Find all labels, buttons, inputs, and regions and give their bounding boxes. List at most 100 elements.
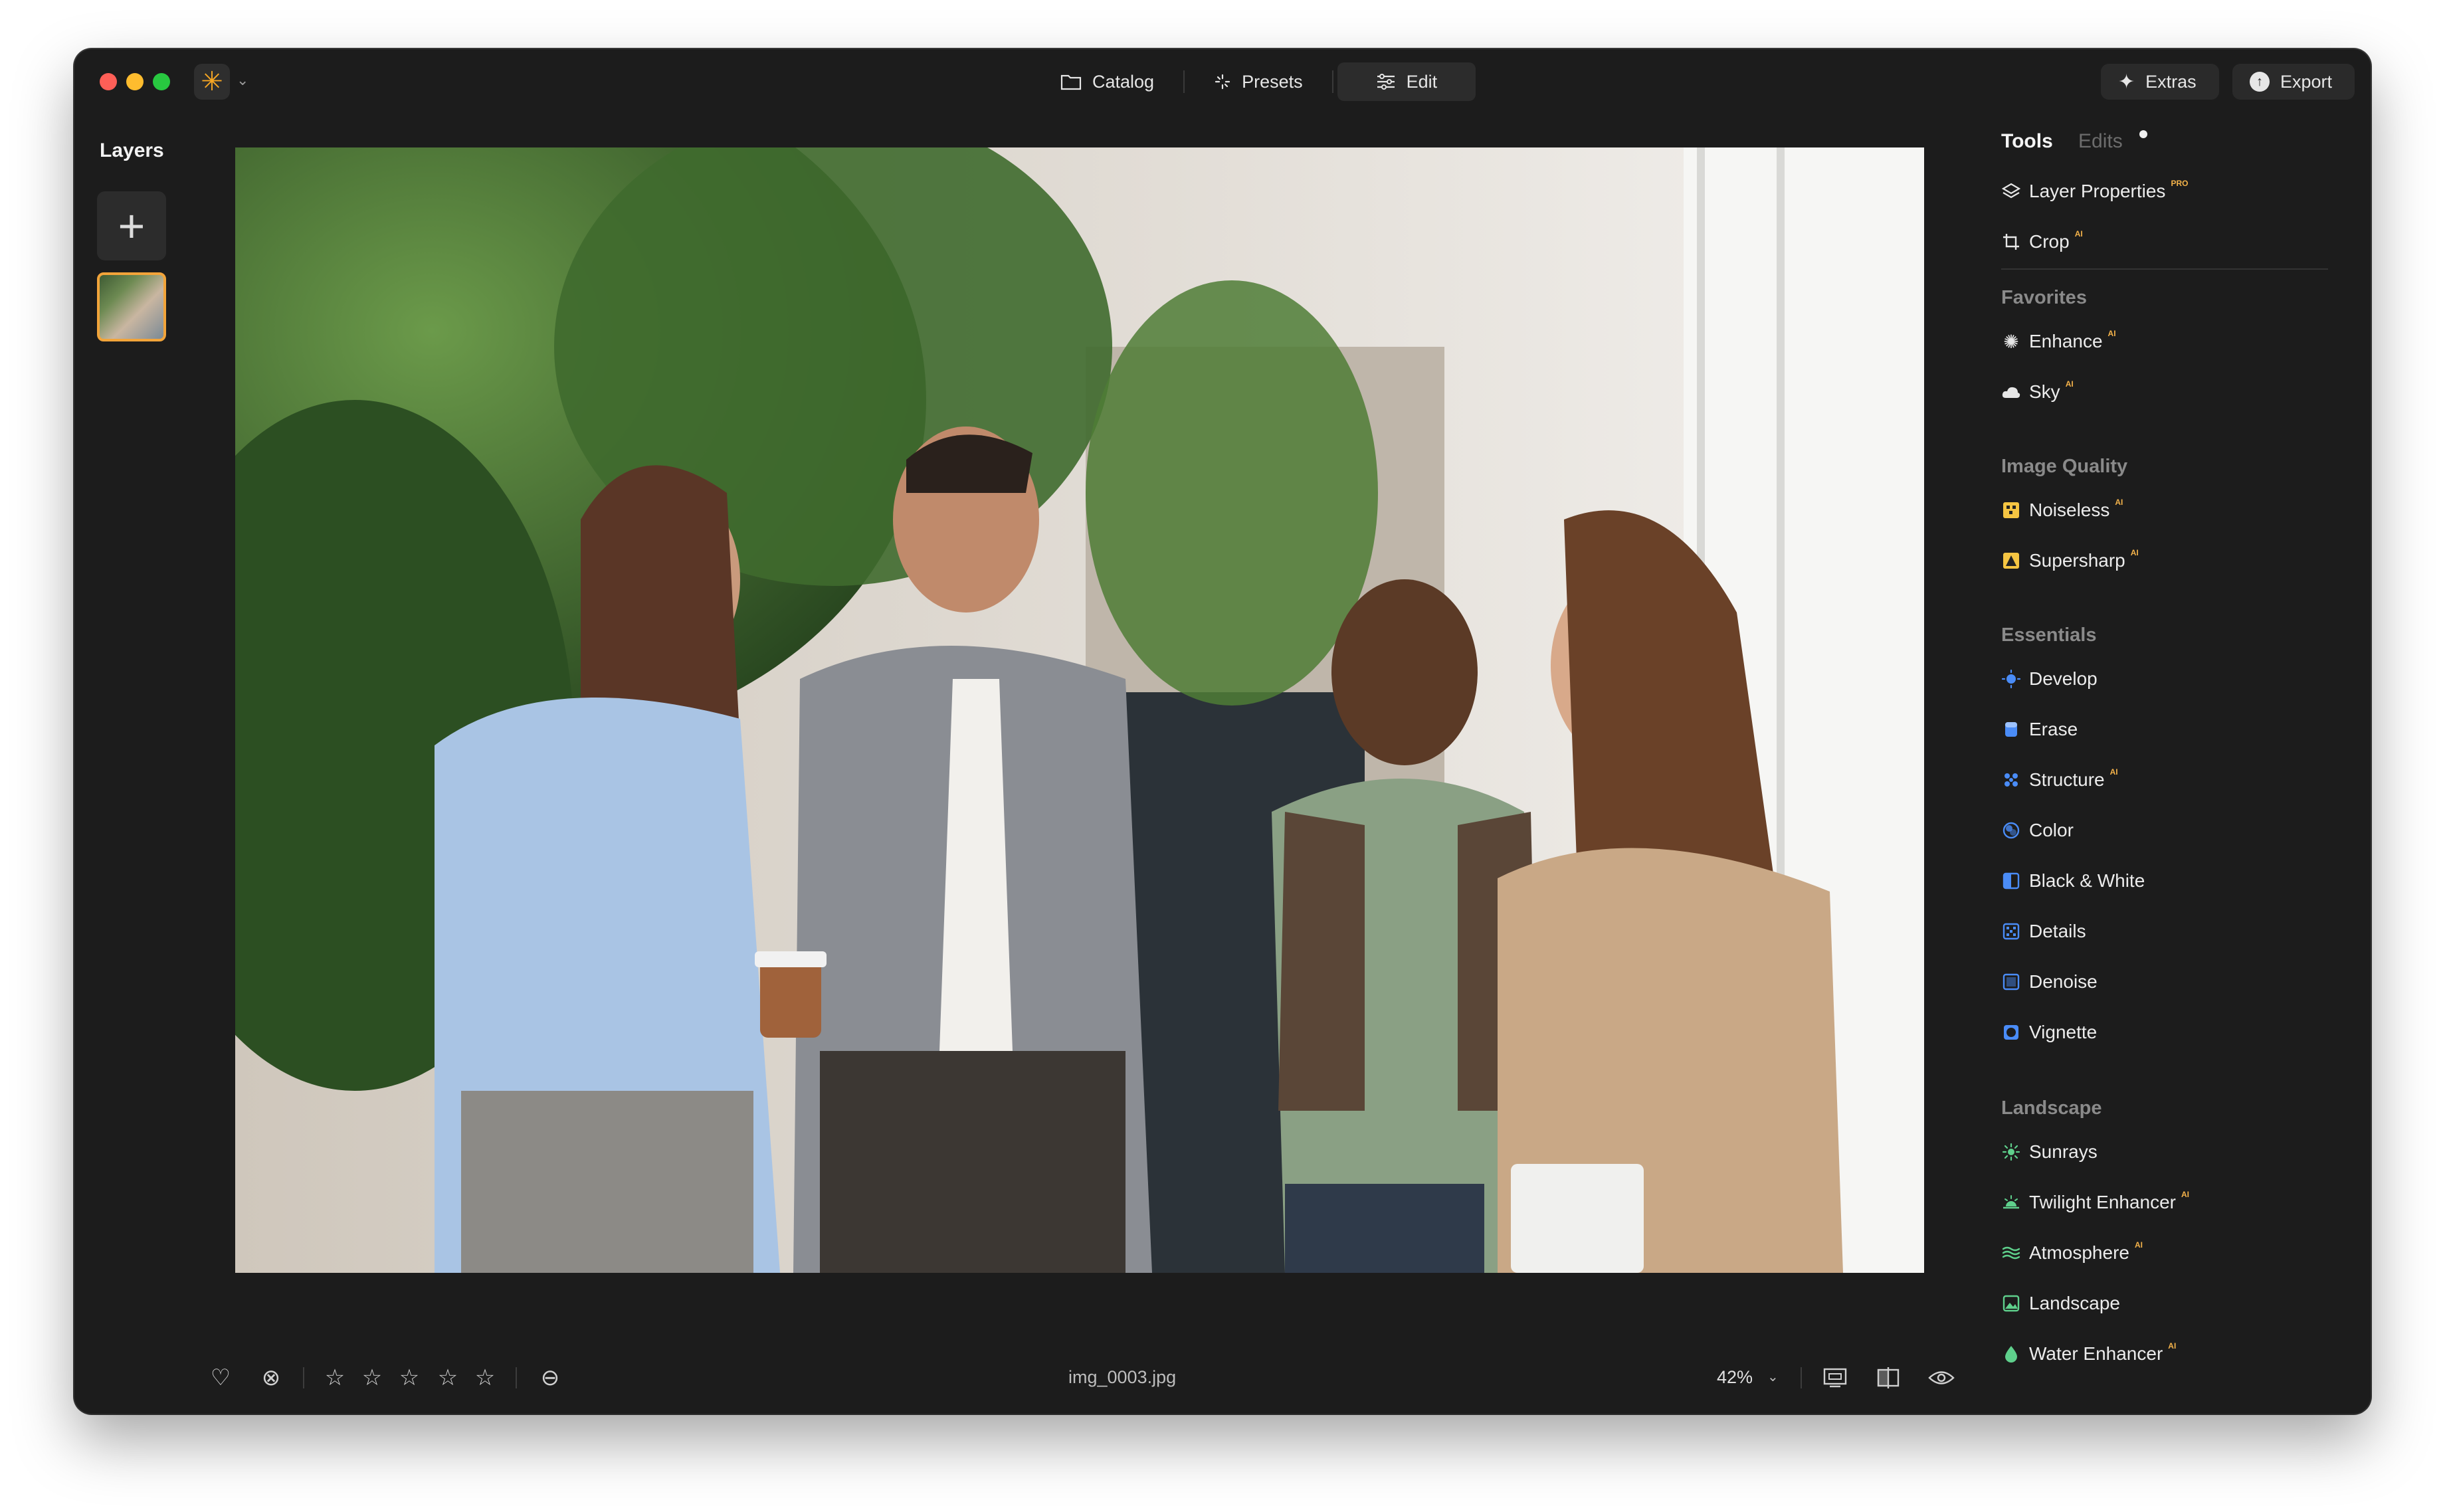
fit-screen-icon[interactable] (1815, 1358, 1855, 1398)
tool-structure[interactable]: Structure AI (2001, 767, 2118, 793)
toolbar-divider (1801, 1367, 1802, 1388)
tool-color[interactable]: Color (2001, 817, 2074, 844)
more-options-icon[interactable]: ⊖ (530, 1358, 570, 1398)
photo-image (235, 147, 1924, 1273)
tab-edit[interactable]: Edit (1337, 62, 1476, 101)
tool-label: Supersharp (2029, 550, 2125, 571)
tool-badge: AI (2115, 498, 2123, 507)
compare-split-icon[interactable] (1868, 1358, 1908, 1398)
tool-develop[interactable]: Develop (2001, 666, 2098, 692)
tab-edit-label: Edit (1406, 71, 1438, 92)
tool-vignette[interactable]: Vignette (2001, 1019, 2097, 1046)
tool-label: Crop (2029, 231, 2070, 252)
tool-badge: AI (2130, 548, 2139, 557)
section-landscape-title: Landscape (2001, 1097, 2102, 1119)
tool-label: Denoise (2029, 971, 2098, 992)
reject-icon[interactable]: ⊗ (251, 1358, 291, 1398)
layer-thumbnail[interactable] (97, 272, 166, 341)
tool-badge: PRO (2171, 179, 2189, 188)
tab-presets-label: Presets (1242, 71, 1303, 92)
tool-twilight-enhancer[interactable]: Twilight Enhancer AI (2001, 1189, 2189, 1216)
tool-label: Twilight Enhancer (2029, 1192, 2177, 1212)
mode-tabs: Catalog Presets Edit (1035, 62, 1476, 101)
app-logo-icon[interactable]: ✳ (194, 64, 230, 100)
tool-details[interactable]: Details (2001, 918, 2086, 945)
filename-label: img_0003.jpg (1068, 1367, 1177, 1387)
minimize-window-button[interactable] (126, 73, 144, 90)
tool-badge: AI (2109, 767, 2118, 777)
atmosphere-icon (2001, 1243, 2021, 1263)
tools-panel: Tools Edits Layer Properties PRO Crop AI… (2001, 49, 2347, 1414)
tool-label: Water Enhancer (2029, 1343, 2163, 1364)
zoom-level[interactable]: 42% (1717, 1367, 1753, 1388)
denoise-icon (2001, 972, 2021, 992)
tool-badge: AI (2074, 229, 2083, 238)
tool-label: Details (2029, 921, 2086, 941)
chevron-down-icon[interactable]: ⌄ (1767, 1369, 1779, 1385)
tab-catalog-label: Catalog (1092, 71, 1155, 92)
tool-atmosphere[interactable]: Atmosphere AI (2001, 1240, 2143, 1266)
tab-edits[interactable]: Edits (2078, 130, 2123, 153)
landscape-icon (2001, 1293, 2021, 1313)
tool-layer-properties[interactable]: Layer Properties PRO (2001, 178, 2188, 205)
toolbar-divider (303, 1367, 304, 1388)
panel-divider (2001, 268, 2328, 270)
tool-landscape[interactable]: Landscape (2001, 1290, 2120, 1317)
sunrays-icon (2001, 1142, 2021, 1162)
folder-icon (1060, 74, 1082, 90)
tool-noiseless[interactable]: Noiseless AI (2001, 497, 2123, 523)
tab-tools[interactable]: Tools (2001, 130, 2053, 153)
tool-label: Sky (2029, 381, 2060, 402)
preview-eye-icon[interactable] (1921, 1358, 1961, 1398)
toolbar-divider (516, 1367, 517, 1388)
tool-denoise[interactable]: Denoise (2001, 969, 2098, 995)
photo-canvas[interactable] (235, 147, 1924, 1273)
tool-badge: AI (2065, 379, 2074, 389)
tab-catalog[interactable]: Catalog (1035, 62, 1179, 101)
crop-icon (2001, 232, 2021, 252)
chevron-down-icon[interactable]: ⌄ (237, 72, 248, 89)
rating-star-icon[interactable]: ☆ (315, 1358, 355, 1398)
tool-label: Erase (2029, 719, 2078, 739)
section-image-quality-title: Image Quality (2001, 456, 2128, 477)
tool-label: Color (2029, 820, 2074, 840)
favorite-heart-icon[interactable]: ♡ (201, 1358, 241, 1398)
vignette-icon (2001, 1022, 2021, 1042)
tool-sky[interactable]: Sky AI (2001, 379, 2074, 405)
tool-sunrays[interactable]: Sunrays (2001, 1139, 2098, 1165)
tool-supersharp[interactable]: Supersharp AI (2001, 547, 2139, 574)
enhance-icon: ✺ (2003, 331, 2019, 352)
noiseless-icon (2001, 500, 2021, 520)
twilight-icon (2001, 1192, 2021, 1212)
water-drop-icon (2001, 1344, 2021, 1364)
close-window-button[interactable] (100, 73, 117, 90)
sparkle-icon (1215, 74, 1230, 90)
rating-star-icon[interactable]: ☆ (428, 1358, 468, 1398)
tool-crop[interactable]: Crop AI (2001, 229, 2083, 255)
zoom-window-button[interactable] (153, 73, 170, 90)
tool-label: Atmosphere (2029, 1242, 2129, 1263)
tool-water-enhancer[interactable]: Water Enhancer AI (2001, 1341, 2176, 1367)
rating-star-icon[interactable]: ☆ (352, 1358, 392, 1398)
cloud-icon (2001, 382, 2021, 402)
tool-label: Landscape (2029, 1293, 2121, 1313)
tab-divider (1331, 70, 1333, 93)
tab-presets[interactable]: Presets (1189, 62, 1328, 101)
section-favorites-title: Favorites (2001, 287, 2087, 308)
edits-indicator-dot (2139, 130, 2147, 138)
tool-badge: AI (2168, 1341, 2177, 1351)
rating-star-icon[interactable]: ☆ (465, 1358, 505, 1398)
layers-title: Layers (100, 140, 164, 161)
tool-enhance[interactable]: ✺ Enhance AI (2001, 328, 2115, 355)
color-icon (2001, 820, 2021, 840)
tool-badge: AI (2134, 1240, 2143, 1250)
tool-label: Enhance (2029, 331, 2103, 351)
tool-erase[interactable]: Erase (2001, 716, 2078, 743)
section-essentials-title: Essentials (2001, 624, 2097, 646)
rating-star-icon[interactable]: ☆ (389, 1358, 429, 1398)
tool-label: Structure (2029, 769, 2105, 790)
tool-black-white[interactable]: Black & White (2001, 868, 2145, 894)
add-layer-button[interactable]: + (97, 191, 166, 260)
black-white-icon (2001, 871, 2021, 891)
erase-icon (2001, 719, 2021, 739)
